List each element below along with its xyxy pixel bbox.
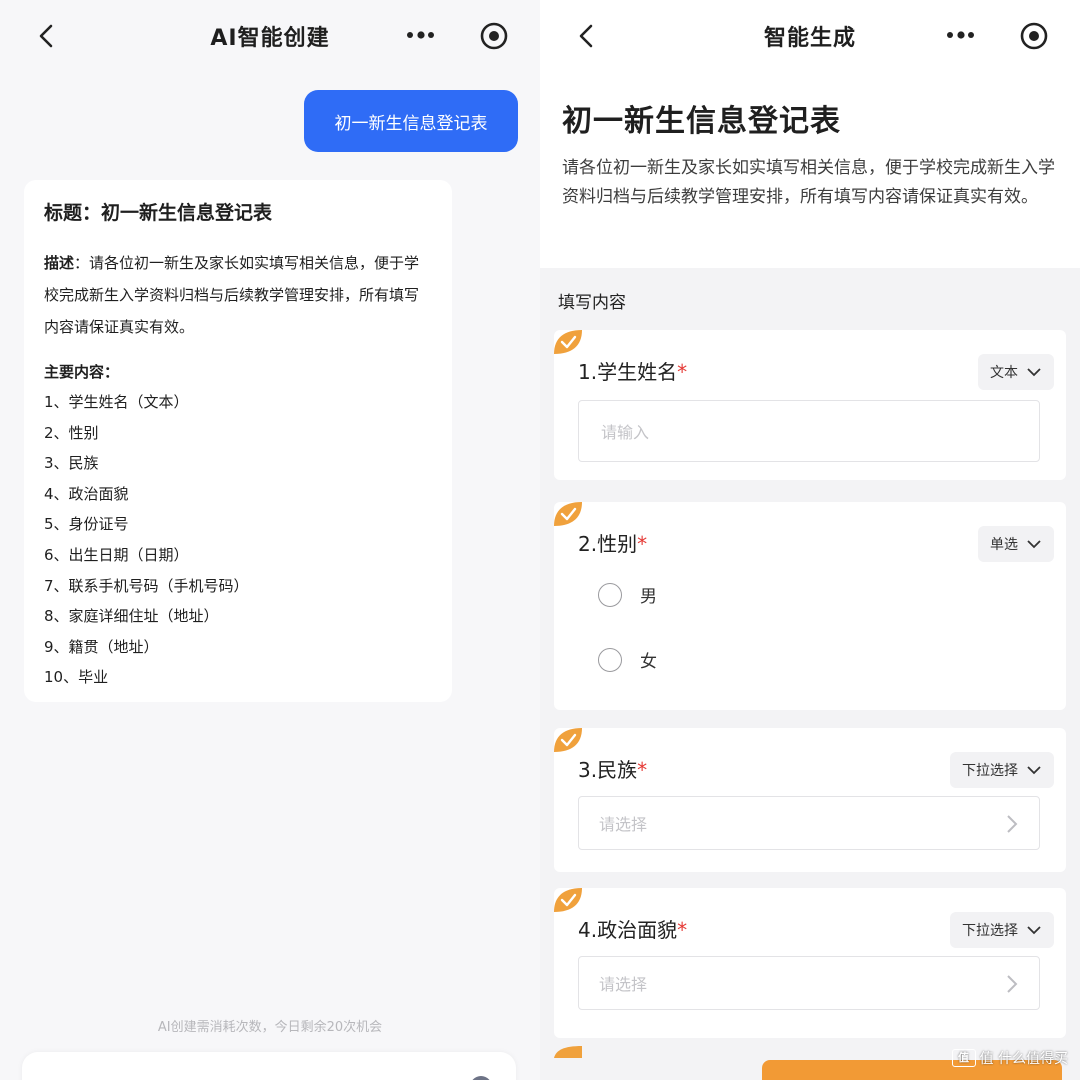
watermark: 值值 什么值得买 (951, 1048, 1068, 1068)
user-message-bubble[interactable]: 初一新生信息登记表 (304, 90, 518, 152)
check-leaf-icon (554, 1046, 582, 1058)
page-title: AI智能创建 (210, 26, 330, 51)
form-title: 初一新生信息登记表 (562, 104, 841, 139)
ellipsis-icon[interactable] (940, 22, 980, 48)
ai-reply-card: 标题：初一新生信息登记表 描述：请各位初一新生及家长如实填写相关信息，便于学校完… (24, 180, 452, 702)
desc-prefix: 描述 (44, 254, 75, 272)
question-label: 1.学生姓名* (578, 360, 688, 384)
left-screen: AI智能创建 初一新生信息登记表 标题：初一新生信息登记表 描述：请各位初一新生… (0, 0, 540, 1080)
chevron-right-icon (1007, 815, 1018, 833)
chat-input-bar[interactable] (22, 1052, 516, 1080)
question-card: 4.政治面貌* 下拉选择 请选择 (554, 888, 1066, 1038)
question-type-dropdown[interactable]: 文本 (978, 354, 1054, 390)
question-label: 3.民族* (578, 758, 648, 782)
section-label: 填写内容 (558, 293, 626, 313)
list-item: 7、联系手机号码（手机号码） (44, 576, 249, 595)
list-item: 10、毕业 (44, 668, 109, 687)
question-card: 2.性别* 单选 男 女 (554, 502, 1066, 710)
right-screen: 智能生成 初一新生信息登记表 请各位初一新生及家长如实填写相关信息，便于学校完成… (540, 0, 1080, 1080)
question-type-dropdown[interactable]: 下拉选择 (950, 912, 1054, 948)
required-mark: * (677, 918, 688, 942)
list-item: 5、身份证号 (44, 515, 129, 534)
watermark-logo-icon: 值 (951, 1049, 976, 1067)
list-item: 4、政治面貌 (44, 484, 129, 503)
required-mark: * (637, 758, 648, 782)
list-item: 2、性别 (44, 423, 99, 442)
chevron-down-icon (1027, 926, 1041, 935)
select-field[interactable]: 请选择 (578, 796, 1040, 850)
chevron-down-icon (1027, 766, 1041, 775)
question-card: 3.民族* 下拉选择 请选择 (554, 728, 1066, 872)
ai-reply-title: 标题：初一新生信息登记表 (44, 202, 273, 224)
radio-circle (598, 582, 622, 607)
question-type-dropdown[interactable]: 单选 (978, 526, 1054, 562)
question-card: 1.学生姓名* 文本 请输入 (554, 330, 1066, 480)
target-icon[interactable] (1018, 20, 1050, 52)
desc-text: ：请各位初一新生及家长如实填写相关信息，便于学校完成新生入学资料归档与后续教学管… (44, 254, 420, 336)
chevron-down-icon (1027, 540, 1041, 549)
check-leaf-icon (554, 728, 582, 752)
list-item: 3、民族 (44, 454, 99, 473)
quota-note: AI创建需消耗次数，今日剩余20次机会 (157, 1020, 383, 1035)
question-label: 4.政治面貌* (578, 918, 688, 942)
radio-option-female[interactable]: 女 (598, 647, 657, 672)
form-description: 请各位初一新生及家长如实填写相关信息，便于学校完成新生入学资料归档与后续教学管理… (562, 158, 1055, 207)
ai-reply-description: 描述：请各位初一新生及家长如实填写相关信息，便于学校完成新生入学资料归档与后续教… (44, 247, 432, 343)
question-type-dropdown[interactable]: 下拉选择 (950, 752, 1054, 788)
text-input[interactable]: 请输入 (578, 400, 1040, 462)
chevron-right-icon (1007, 975, 1018, 993)
chevron-down-icon (1027, 368, 1041, 377)
required-mark: * (637, 532, 648, 556)
check-leaf-icon (554, 888, 582, 912)
radio-circle (598, 647, 622, 672)
check-leaf-icon (554, 502, 582, 526)
list-item: 9、籍贯（地址） (44, 637, 159, 656)
check-leaf-icon (554, 330, 582, 354)
left-navbar: AI智能创建 (0, 0, 540, 72)
voice-icon[interactable] (470, 1076, 492, 1080)
radio-option-male[interactable]: 男 (598, 582, 657, 607)
right-navbar: 智能生成 (540, 0, 1080, 72)
list-item: 1、学生姓名（文本） (44, 393, 189, 411)
required-mark: * (677, 360, 688, 384)
question-label: 2.性别* (578, 532, 648, 556)
list-item: 8、家庭详细住址（地址） (44, 607, 219, 626)
list-item: 6、出生日期（日期） (44, 545, 189, 564)
select-field[interactable]: 请选择 (578, 956, 1040, 1010)
main-content-heading: 主要内容： (44, 363, 120, 381)
target-icon[interactable] (478, 20, 510, 52)
main-content-list: 1、学生姓名（文本） 2、性别 3、民族 4、政治面貌 5、身份证号 6、出生日… (44, 387, 432, 693)
page-title: 智能生成 (763, 26, 856, 51)
ellipsis-icon[interactable] (400, 22, 440, 48)
